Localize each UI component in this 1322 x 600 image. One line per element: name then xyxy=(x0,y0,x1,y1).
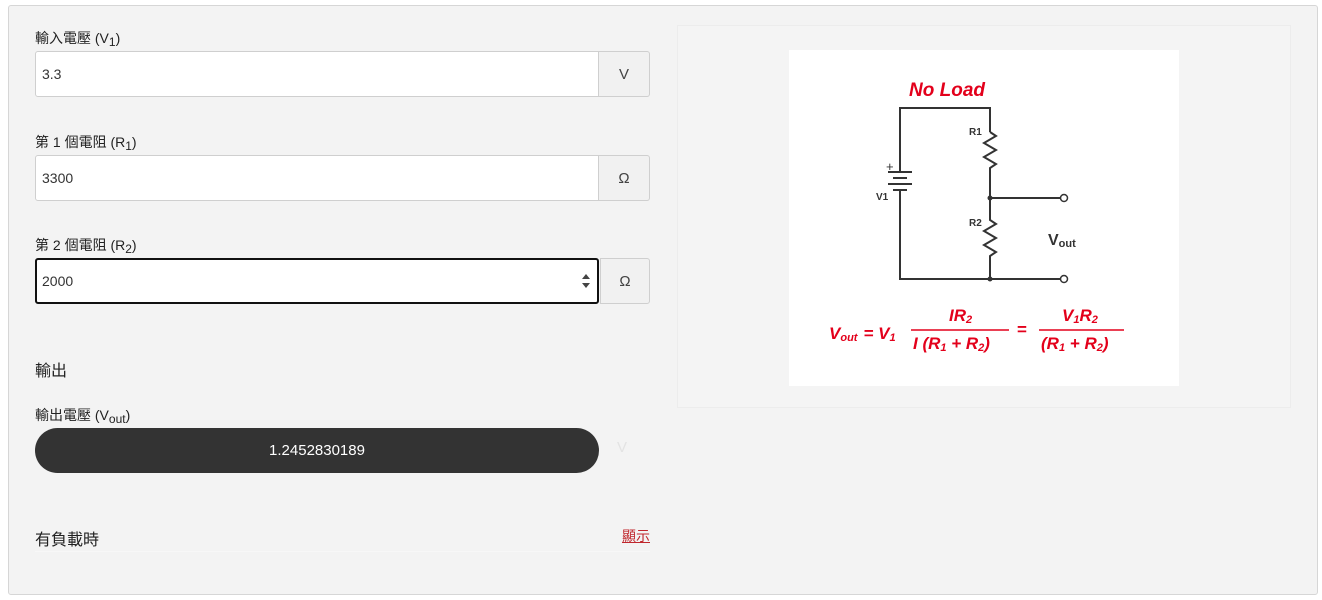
v1-input-group: 3.3 V xyxy=(35,51,650,97)
formula-den1-mid: + R xyxy=(947,334,979,353)
diagram-heading: No Load xyxy=(909,80,985,101)
vout-unit: V xyxy=(617,439,628,456)
junction-dot xyxy=(987,276,993,282)
voltage-formula: Vout = V1 IR2 I (R1 + R2) = V1R2 (R1 + R2… xyxy=(829,306,1124,354)
formula-den1-tail: ) xyxy=(982,334,990,353)
load-label: 有負載時 xyxy=(35,532,100,549)
formula-den1-sub-b: 2 xyxy=(977,342,984,354)
voltage-divider-diagram: No Load R1 R2 V1 + Vout Vout = V1 IR2 I … xyxy=(789,50,1179,386)
formula-eq2: = xyxy=(1017,320,1027,339)
r2-label: 第 2 個電阻 (R2) xyxy=(35,235,137,256)
vout-label-tail: ) xyxy=(125,407,131,423)
r2-label-tail: ) xyxy=(131,237,137,253)
v1-diagram-label: V1 xyxy=(876,192,889,203)
plus-sign: + xyxy=(886,159,894,174)
formula-num2: V1R2 xyxy=(1062,306,1098,326)
output-section-title: 輸出 xyxy=(35,363,68,380)
formula-den2-tail: ) xyxy=(1101,334,1109,353)
r1-label-sub: 1 xyxy=(125,139,132,153)
formula-num2-b: R xyxy=(1079,306,1092,325)
formula-num1: IR2 xyxy=(949,306,972,326)
r2-label-sub: 2 xyxy=(125,242,132,256)
formula-eq1-sub: 1 xyxy=(889,332,895,344)
vout-diagram-main: V xyxy=(1048,232,1059,249)
r1-label-tail: ) xyxy=(131,134,137,150)
v1-label-tail: ) xyxy=(115,30,121,46)
vout-label-sub: out xyxy=(108,412,126,426)
r2-input-group: 2000 Ω xyxy=(35,258,650,304)
formula-eq1: = V xyxy=(863,324,891,343)
formula-den1: I (R1 + R2) xyxy=(913,334,990,354)
formula-num1-main: IR xyxy=(949,306,967,325)
formula-den2-sub-b: 2 xyxy=(1096,342,1103,354)
output-terminal xyxy=(1059,274,1069,284)
v1-label: 輸入電壓 (V1) xyxy=(35,28,121,49)
v1-input-value: 3.3 xyxy=(42,66,62,82)
r1-input-value: 3300 xyxy=(42,170,74,186)
battery-icon xyxy=(888,170,912,206)
vout-diagram-sub: out xyxy=(1059,238,1076,250)
r2-input[interactable]: 2000 xyxy=(35,258,599,304)
r1-input-group: 3300 Ω xyxy=(35,155,650,201)
r1-diagram-label: R1 xyxy=(969,127,982,138)
vout-result: 1.2452830189 xyxy=(35,428,599,473)
v1-unit: V xyxy=(599,51,650,97)
formula-lhs-sub: out xyxy=(840,332,858,344)
vout-diagram-label: Vout xyxy=(1048,232,1076,250)
r1-label: 第 1 個電阻 (R1) xyxy=(35,132,137,153)
r2-input-value: 2000 xyxy=(42,273,74,289)
divider xyxy=(35,551,650,552)
formula-num1-sub: 2 xyxy=(965,314,972,326)
r2-diagram-label: R2 xyxy=(969,218,982,229)
r2-label-text: 第 2 個電阻 (R xyxy=(35,237,126,253)
formula-lhs: Vout = V1 xyxy=(829,324,896,344)
vout-label: 輸出電壓 (Vout) xyxy=(35,405,131,426)
r1-unit: Ω xyxy=(599,155,650,201)
show-load-link[interactable]: 顯示 xyxy=(622,526,650,546)
formula-den2: (R1 + R2) xyxy=(1041,334,1109,354)
output-terminal xyxy=(1059,193,1069,203)
formula-num2-sub-b: 2 xyxy=(1091,314,1098,326)
number-spinner-icon[interactable] xyxy=(581,273,591,289)
r1-input[interactable]: 3300 xyxy=(35,155,599,201)
formula-den1-a: I (R xyxy=(913,334,941,353)
v1-label-text: 輸入電壓 (V xyxy=(35,30,109,46)
formula-den2-a: (R xyxy=(1041,334,1060,353)
r1-label-text: 第 1 個電阻 (R xyxy=(35,134,126,150)
vout-label-text: 輸出電壓 (V xyxy=(35,407,109,423)
r2-unit: Ω xyxy=(600,258,650,304)
v1-label-sub: 1 xyxy=(108,35,116,49)
v1-input[interactable]: 3.3 xyxy=(35,51,599,97)
formula-den2-mid: + R xyxy=(1065,334,1097,353)
circuit-svg: No Load R1 R2 V1 + Vout Vout = V1 IR2 I … xyxy=(829,80,1124,354)
junction-dot xyxy=(987,195,993,201)
